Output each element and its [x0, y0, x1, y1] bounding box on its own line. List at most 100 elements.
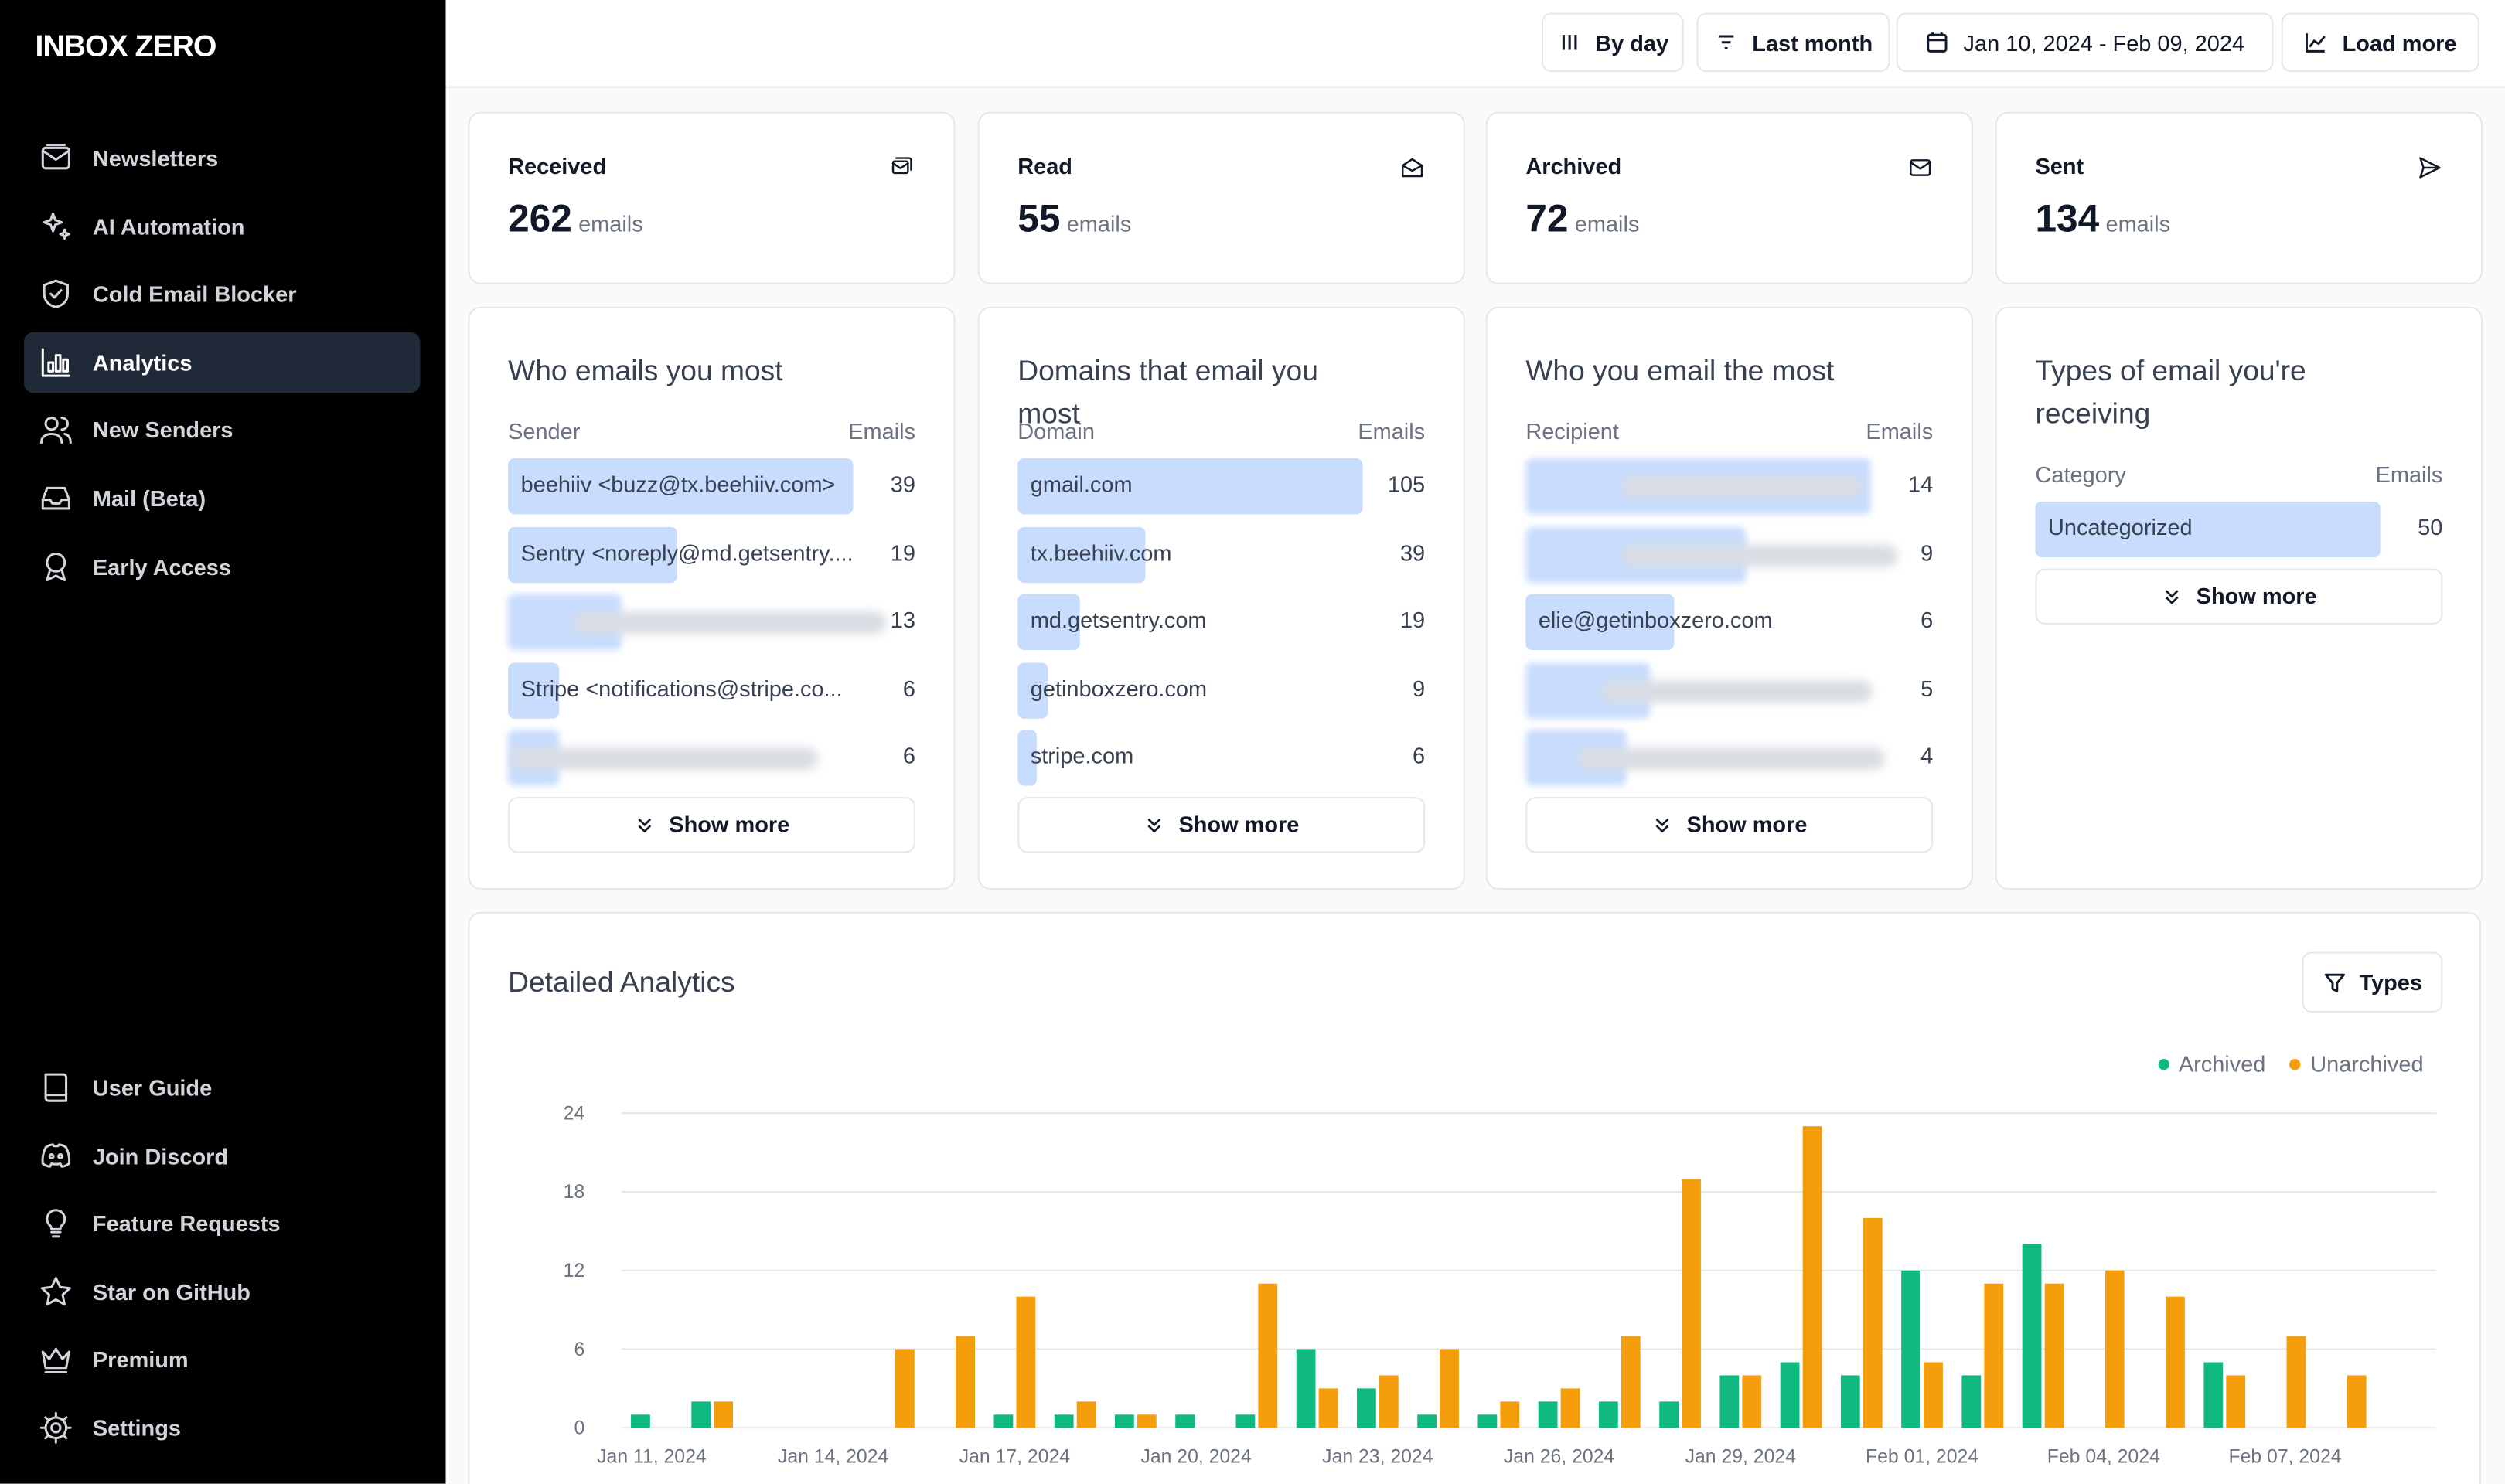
top-senders-card: Who emails you most Sender Emails beehiiv <…	[468, 306, 956, 890]
sidebar-item-label: New Senders	[92, 417, 233, 444]
load-more-label: Load more	[2342, 29, 2457, 56]
bar-unarchived	[1016, 1296, 1036, 1428]
show-more-button[interactable]: Show more	[1525, 796, 1934, 853]
date-range-picker[interactable]: Jan 10, 2024 - Feb 09, 2024	[1896, 12, 2274, 72]
shield-icon	[43, 280, 69, 309]
top-domains-card: Domains that email you most Domain Emails g…	[977, 306, 1465, 890]
sidebar-item-label: Mail (Beta)	[92, 485, 206, 512]
sidebar-item-new-senders[interactable]: New Senders	[24, 400, 420, 461]
list-item[interactable]: tx.beehiiv.com 39	[1017, 526, 1426, 583]
sidebar-item-newsletters[interactable]: Newsletters	[24, 128, 420, 189]
list-item[interactable]: 5	[1525, 662, 1934, 718]
stat-label: Archived	[1525, 153, 1622, 179]
stat-label: Received	[508, 153, 607, 179]
star-icon	[40, 1276, 71, 1305]
stat-icon-wrapper	[1399, 155, 1425, 180]
x-tick-label: Feb 04, 2024	[2047, 1447, 2160, 1468]
bar-archived	[1538, 1401, 1558, 1428]
bar-unarchived	[2166, 1296, 2185, 1428]
sidebar-item-user-guide[interactable]: User Guide	[24, 1057, 420, 1118]
sidebar-item-label: User Guide	[92, 1074, 213, 1101]
stat-number: 262	[508, 198, 572, 242]
list-card-title: Who emails you most	[508, 354, 783, 387]
bar-unarchived	[1258, 1283, 1278, 1428]
chevrons-down-icon	[1655, 818, 1668, 832]
list-item[interactable]: 4	[1525, 730, 1934, 786]
sidebar-item-join-discord[interactable]: Join Discord	[24, 1125, 420, 1186]
bar-archived	[993, 1414, 1014, 1428]
bar-unarchived	[1560, 1388, 1580, 1428]
app-logo: INBOX ZERO	[35, 30, 216, 64]
sidebar-nav-secondary: User Guide Join Discord Feature Requests St…	[24, 1057, 420, 1465]
show-more-button[interactable]: Show more	[2035, 567, 2443, 624]
list-item[interactable]: Stripe <notifications@stripe.co... 6	[508, 662, 915, 718]
sidebar-item-analytics[interactable]: Analytics	[23, 332, 421, 393]
detailed-analytics-chart: 0 6 12 18 24 Jan 11, 2024 Jan 14, 2024 Jan 17, …	[564, 1103, 2437, 1468]
redacted-name	[511, 747, 818, 770]
stat-number: 55	[1017, 198, 1061, 242]
list-item-name: Stripe <notifications@stripe.co...	[520, 675, 843, 701]
list-card-title: Types of email you're receiving	[2035, 354, 2306, 430]
bar-archived	[1961, 1375, 1982, 1428]
sidebar-item-mail-beta[interactable]: Mail (Beta)	[24, 468, 420, 529]
show-more-button[interactable]: Show more	[508, 796, 915, 853]
list-item-count: 39	[1399, 539, 1426, 565]
top-toolbar: By day Last month Jan 10, 2024 - Feb 09,…	[445, 0, 2505, 88]
bar-unarchived	[2286, 1336, 2306, 1428]
period-select-button[interactable]: Last month	[1696, 12, 1890, 72]
list-item-name: gmail.com	[1030, 471, 1133, 497]
list-item[interactable]: 13	[508, 594, 915, 650]
list-column-label: Sender	[508, 418, 581, 444]
sidebar-item-early-access[interactable]: Early Access	[24, 536, 420, 597]
list-item[interactable]: Sentry <noreply@md.getsentry.... 19	[508, 526, 915, 583]
list-item[interactable]: getinboxzero.com 9	[1017, 662, 1426, 718]
x-tick-label: Jan 20, 2024	[1140, 1447, 1252, 1468]
show-more-label: Show more	[1178, 811, 1300, 837]
load-more-button[interactable]: Load more	[2281, 12, 2479, 72]
list-item[interactable]: elie@getinboxzero.com 6	[1525, 594, 1933, 650]
list-item[interactable]: md.getsentry.com 19	[1017, 594, 1425, 650]
list-item-count: 5	[1920, 675, 1934, 701]
bar-archived	[1115, 1414, 1134, 1428]
sidebar-item-star-on-github[interactable]: Star on GitHub	[24, 1261, 420, 1322]
redacted-name	[1621, 543, 1898, 567]
bar-archived	[1417, 1414, 1437, 1428]
show-more-button[interactable]: Show more	[1017, 796, 1426, 853]
list-item-count: 6	[902, 742, 915, 768]
list-item[interactable]: beehiiv <buzz@tx.beehiiv.com> 39	[508, 458, 915, 515]
list-item[interactable]: 6	[508, 730, 915, 786]
sidebar-item-feature-requests[interactable]: Feature Requests	[24, 1193, 420, 1254]
list-item[interactable]: gmail.com 105	[1017, 458, 1425, 515]
date-range-label: Jan 10, 2024 - Feb 09, 2024	[1963, 29, 2245, 56]
bar-unarchived	[1984, 1283, 2004, 1428]
sparkles-icon	[43, 212, 70, 240]
list-card-title: Who you email the most	[1525, 354, 1835, 387]
sidebar-item-settings[interactable]: Settings	[24, 1397, 420, 1458]
sidebar-item-premium[interactable]: Premium	[24, 1329, 420, 1390]
list-item-count: 9	[1413, 675, 1426, 701]
list-item-name: Sentry <noreply@md.getsentry....	[520, 539, 854, 565]
list-item[interactable]: 9	[1525, 526, 1933, 583]
list-item-name: md.getsentry.com	[1030, 607, 1207, 633]
sidebar-item-label: Analytics	[92, 349, 193, 376]
bar-unarchived	[1500, 1401, 1520, 1428]
list-item[interactable]: Uncategorized 50	[2035, 501, 2442, 558]
bar-archived	[1175, 1414, 1195, 1428]
list-header: Domain Emails	[1017, 418, 1425, 444]
sidebar-item-ai-automation[interactable]: AI Automation	[24, 196, 420, 257]
show-more-label: Show more	[1686, 811, 1808, 837]
list-item-count: 4	[1920, 742, 1934, 768]
bar-unarchived	[2226, 1375, 2246, 1428]
users-icon	[39, 417, 72, 445]
list-item-count: 39	[890, 471, 915, 497]
ribbon-icon	[46, 552, 66, 581]
sidebar-item-cold-email-blocker[interactable]: Cold Email Blocker	[24, 264, 420, 325]
sidebar-item-label: Newsletters	[92, 145, 219, 172]
sidebar-item-label: AI Automation	[92, 213, 245, 240]
show-more-label: Show more	[669, 811, 790, 837]
list-item[interactable]: 14	[1525, 458, 1933, 515]
columns-icon	[1561, 35, 1576, 50]
group-by-day-button[interactable]: By day	[1541, 12, 1684, 72]
stat-value: 134 emails	[2035, 198, 2170, 243]
list-item[interactable]: stripe.com 6	[1017, 730, 1425, 786]
